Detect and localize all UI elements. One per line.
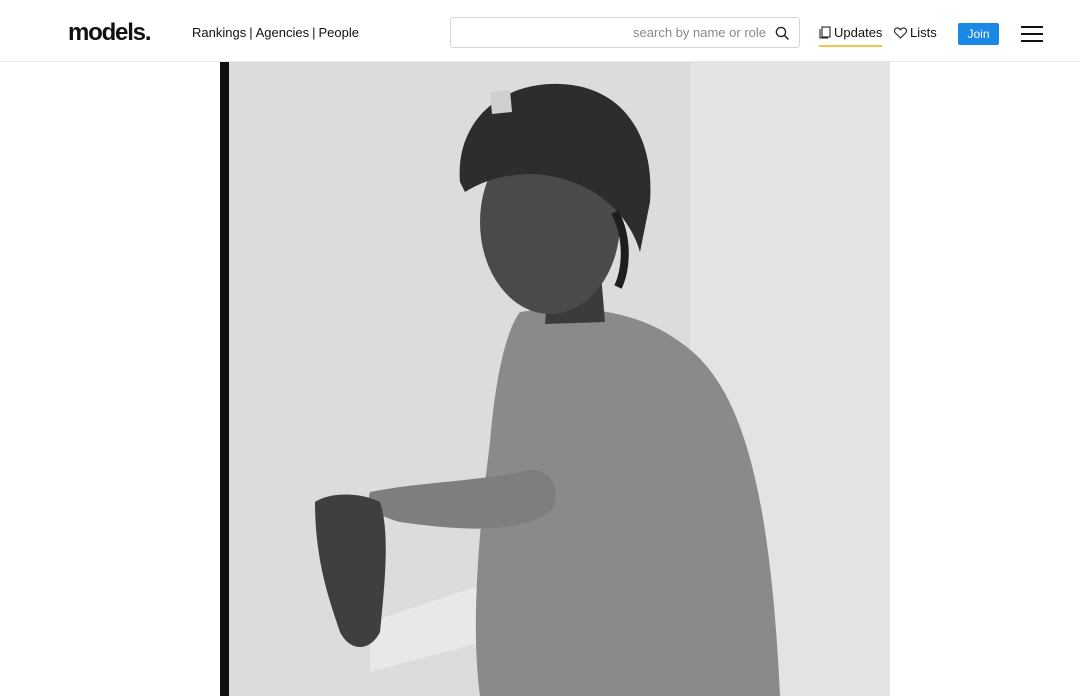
updates-link[interactable]: Updates (819, 25, 883, 47)
heart-icon (893, 27, 908, 39)
portrait-photo (220, 62, 890, 696)
lists-label: Lists (910, 25, 937, 40)
site-header: models. Rankings|Agencies|People Updates… (0, 0, 1080, 62)
lists-link[interactable]: Lists (893, 25, 937, 41)
nav-separator: | (249, 25, 253, 40)
search-input[interactable] (461, 18, 766, 47)
nav-agencies-link[interactable]: Agencies (256, 25, 309, 40)
updates-icon (819, 26, 831, 39)
updates-label: Updates (834, 25, 883, 40)
search-box (450, 17, 800, 48)
search-icon[interactable] (775, 26, 789, 40)
nav-people-link[interactable]: People (318, 25, 358, 40)
join-button[interactable]: Join (958, 23, 999, 45)
site-logo[interactable]: models. (68, 18, 152, 48)
nav-rankings-link[interactable]: Rankings (192, 25, 246, 40)
hamburger-menu-icon[interactable] (1021, 26, 1043, 43)
main-nav: Rankings | Agencies | People (192, 25, 359, 41)
portrait-illustration (220, 62, 890, 696)
